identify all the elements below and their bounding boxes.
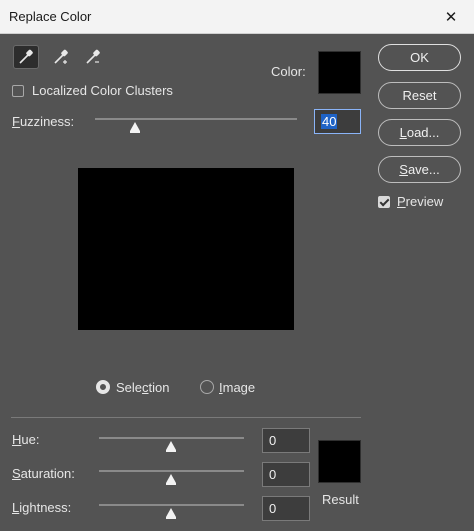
color-swatch[interactable] xyxy=(318,51,361,94)
hue-slider-track[interactable] xyxy=(99,437,244,439)
image-radio-label: Image xyxy=(219,380,256,395)
eyedropper-subtract-tool-button[interactable] xyxy=(80,45,106,69)
eyedropper-add-tool-button[interactable] xyxy=(48,45,74,69)
dialog-body: Color: Localized Color Clusters Fuzzines… xyxy=(0,34,474,531)
localized-clusters-checkbox[interactable] xyxy=(12,85,24,97)
saturation-input[interactable]: 0 xyxy=(262,462,310,487)
title-bar: Replace Color ✕ xyxy=(0,0,474,34)
fuzziness-slider-thumb[interactable] xyxy=(130,122,141,133)
result-label: Result xyxy=(322,492,359,507)
window-title: Replace Color xyxy=(9,9,92,24)
close-icon[interactable]: ✕ xyxy=(428,0,474,33)
load-button[interactable]: Load... xyxy=(378,119,461,146)
eyedropper-plus-icon xyxy=(54,49,68,64)
color-label: Color: xyxy=(271,64,306,79)
fuzziness-slider-track[interactable] xyxy=(95,118,297,120)
hue-label: Hue: xyxy=(12,432,40,447)
reset-button[interactable]: Reset xyxy=(378,82,461,109)
lightness-slider-track[interactable] xyxy=(99,504,244,506)
preview-label: Preview xyxy=(397,194,444,209)
hue-input[interactable]: 0 xyxy=(262,428,310,453)
preview-checkbox[interactable] xyxy=(378,196,390,208)
saturation-slider-thumb[interactable] xyxy=(166,474,176,485)
ok-button[interactable]: OK xyxy=(378,44,461,71)
localized-clusters-label: Localized Color Clusters xyxy=(32,83,173,98)
selection-radio-label: Selection xyxy=(116,380,170,395)
lightness-input[interactable]: 0 xyxy=(262,496,310,521)
eyedropper-icon xyxy=(19,49,33,64)
lightness-label: Lightness: xyxy=(12,500,72,515)
fuzziness-label: Fuzziness: xyxy=(12,114,75,129)
saturation-label: Saturation: xyxy=(12,466,75,481)
fuzziness-input[interactable]: 40 xyxy=(314,109,361,134)
image-radio[interactable] xyxy=(200,380,214,394)
saturation-slider-track[interactable] xyxy=(99,470,244,472)
eyedropper-tool-button[interactable] xyxy=(13,45,39,69)
hue-slider-thumb[interactable] xyxy=(166,441,176,452)
result-swatch[interactable] xyxy=(318,440,361,483)
eyedropper-minus-icon xyxy=(86,49,100,64)
selection-radio[interactable] xyxy=(96,380,110,394)
lightness-slider-thumb[interactable] xyxy=(166,508,176,519)
section-divider xyxy=(11,417,361,418)
save-button[interactable]: Save... xyxy=(378,156,461,183)
selection-preview-image xyxy=(78,168,294,330)
